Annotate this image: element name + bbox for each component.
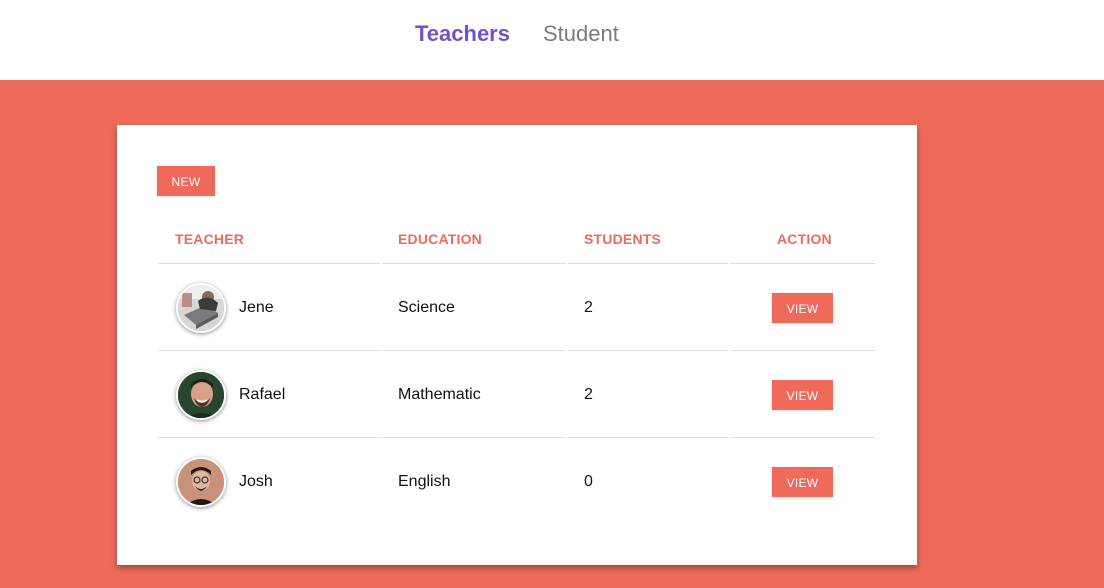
teacher-name: Jene: [239, 299, 274, 316]
teachers-card: NEW TEACHER EDUCATION STUDENTS ACTION Je…: [117, 125, 917, 565]
nav-tab-student[interactable]: Student: [543, 20, 619, 48]
avatar: [176, 457, 226, 507]
header-divider: [568, 263, 728, 264]
view-button[interactable]: VIEW: [772, 467, 833, 497]
avatar: [176, 283, 226, 333]
teacher-education: English: [398, 473, 451, 490]
column-header-teacher: TEACHER: [175, 231, 245, 247]
row-divider: [158, 350, 380, 351]
teacher-students-count: 0: [584, 473, 593, 490]
header-divider: [730, 263, 875, 264]
top-nav-bar: Teachers Student: [0, 0, 1104, 80]
main-content-area: NEW TEACHER EDUCATION STUDENTS ACTION Je…: [0, 80, 1104, 588]
nav-tab-teachers[interactable]: Teachers: [415, 20, 510, 48]
teacher-name: Josh: [239, 473, 273, 490]
teacher-name: Rafael: [239, 386, 286, 403]
teacher-students-count: 2: [584, 299, 593, 316]
column-header-education: EDUCATION: [398, 231, 482, 247]
avatar: [176, 370, 226, 420]
row-divider: [382, 437, 566, 438]
avatar-photo-rafael: [178, 372, 224, 418]
row-divider: [382, 350, 566, 351]
header-divider: [382, 263, 566, 264]
row-divider: [730, 437, 875, 438]
avatar-photo-josh: [178, 459, 224, 505]
row-divider: [568, 350, 728, 351]
teacher-education: Mathematic: [398, 386, 481, 403]
row-divider: [730, 350, 875, 351]
teacher-students-count: 2: [584, 386, 593, 403]
row-divider: [568, 437, 728, 438]
teacher-education: Science: [398, 299, 455, 316]
new-teacher-button[interactable]: NEW: [157, 166, 215, 196]
header-divider: [158, 263, 380, 264]
column-header-students: STUDENTS: [584, 231, 662, 247]
view-button[interactable]: VIEW: [772, 293, 833, 323]
avatar-photo-jene: [178, 285, 224, 331]
row-divider: [158, 437, 380, 438]
column-header-action: ACTION: [777, 231, 832, 247]
view-button[interactable]: VIEW: [772, 380, 833, 410]
